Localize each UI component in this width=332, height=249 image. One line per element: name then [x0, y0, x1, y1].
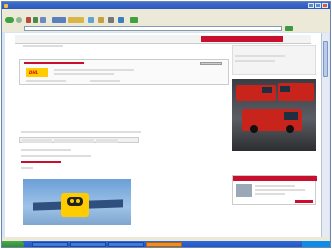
content-tab-1[interactable] — [22, 139, 52, 143]
address-input[interactable] — [24, 26, 282, 31]
system-tray — [302, 241, 330, 247]
site-header — [15, 35, 311, 44]
search-button[interactable] — [52, 17, 66, 23]
refresh-button[interactable] — [33, 17, 38, 23]
shipment-info-line-1 — [54, 69, 134, 71]
news-header — [233, 176, 317, 181]
taskbar — [2, 241, 330, 247]
taskbar-item-1[interactable] — [32, 242, 68, 247]
dhl-logo: DHL — [26, 68, 48, 77]
favorites-button[interactable] — [68, 17, 84, 23]
detail-line-3 — [21, 167, 33, 169]
tracking-box: DHL — [19, 59, 229, 85]
print-button[interactable] — [108, 17, 114, 23]
nav-tab-2[interactable] — [237, 36, 283, 42]
back-button[interactable] — [5, 17, 14, 23]
news-thumbnail — [236, 184, 252, 197]
vertical-scrollbar[interactable] — [321, 33, 329, 237]
start-button[interactable] — [2, 241, 24, 247]
mail-button[interactable] — [98, 17, 104, 23]
sidebar-line-2 — [235, 60, 275, 62]
title-bar — [2, 2, 330, 9]
content-tabs — [19, 137, 139, 143]
content-tab-2[interactable] — [54, 139, 94, 143]
news-line-2 — [255, 189, 305, 191]
sidebar-line-1 — [235, 55, 285, 57]
breadcrumb — [23, 45, 63, 47]
print-link-button[interactable] — [200, 62, 222, 65]
browser-icon — [4, 3, 8, 8]
taskbar-item-2[interactable] — [70, 242, 106, 247]
page-viewport: DHL — [5, 33, 321, 237]
taskbar-item-4[interactable] — [146, 242, 182, 247]
vans-promo-image — [232, 79, 316, 151]
shipment-detail-1 — [26, 80, 66, 82]
news-line-1 — [255, 185, 295, 187]
nav-tab-1[interactable] — [201, 36, 237, 42]
shipment-detail-2 — [90, 80, 120, 82]
messenger-button[interactable] — [130, 17, 138, 23]
address-bar — [2, 25, 330, 32]
close-button[interactable] — [322, 3, 328, 8]
links-label[interactable] — [294, 26, 324, 31]
edit-button[interactable] — [118, 17, 124, 23]
content-tab-3[interactable] — [96, 139, 118, 143]
shipment-info-line-2 — [54, 73, 114, 75]
stop-button[interactable] — [26, 17, 31, 23]
news-more-button[interactable] — [295, 200, 313, 203]
minimize-button[interactable] — [308, 3, 314, 8]
detail-line-2 — [21, 155, 91, 157]
detail-link[interactable] — [21, 161, 61, 163]
forward-button[interactable] — [16, 17, 22, 23]
news-line-3 — [255, 193, 285, 195]
scrollbar-thumb[interactable] — [323, 41, 328, 77]
tracking-heading — [24, 62, 84, 64]
maximize-button[interactable] — [315, 3, 321, 8]
taskbar-item-3[interactable] — [108, 242, 144, 247]
history-button[interactable] — [88, 17, 94, 23]
section-text — [21, 131, 141, 133]
sidebar-news-box — [232, 175, 317, 205]
go-button[interactable] — [285, 26, 293, 31]
detail-line-1 — [21, 149, 71, 151]
home-button[interactable] — [40, 17, 46, 23]
dhl-plane-image — [23, 179, 131, 225]
sidebar — [232, 45, 317, 237]
browser-window: DHL — [1, 1, 331, 248]
